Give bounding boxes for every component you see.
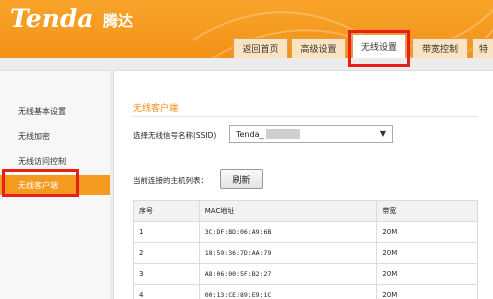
- cell-bandwidth: 20M: [376, 221, 478, 243]
- header-index: 序号: [133, 200, 200, 222]
- cell-bandwidth: 20M: [376, 242, 478, 264]
- sidebar-item-encryption[interactable]: 无线加密: [0, 126, 110, 146]
- table-row: 3 A8:06:00:5F:B2:27 20M: [133, 263, 478, 285]
- refresh-button[interactable]: 刷新: [220, 169, 263, 189]
- cell-index: 1: [133, 221, 200, 243]
- table-row: 1 3C:DF:BD:06:A9:6B 20M: [133, 221, 478, 243]
- client-table: 序号 MAC地址 带宽 1 3C:DF:BD:06:A9:6B 20M 2 18…: [133, 200, 478, 299]
- title-divider: [133, 116, 478, 117]
- sidebar-item-access-control[interactable]: 无线访问控制: [0, 151, 110, 171]
- cell-index: 3: [133, 263, 200, 285]
- page-title: 无线客户端: [133, 104, 179, 114]
- tenda-logo-cn: 腾达: [103, 12, 134, 30]
- ssid-label: 选择无线信号名称(SSID): [133, 131, 217, 140]
- cell-bandwidth: 20M: [376, 263, 478, 285]
- blurred-ssid-suffix: [265, 129, 300, 139]
- highlight-clients-item: [2, 169, 79, 197]
- tenda-logo: Tenda: [10, 4, 94, 33]
- tab-advanced[interactable]: 高级设置: [291, 38, 346, 58]
- tab-bandwidth[interactable]: 带宽控制: [412, 38, 468, 58]
- tab-home[interactable]: 返回首页: [233, 38, 288, 58]
- host-list-label: 当前连接的主机列表：: [133, 176, 208, 185]
- ssid-select[interactable]: Tenda_ ▼: [229, 125, 393, 143]
- cell-index: 2: [133, 242, 200, 264]
- cell-mac: 18:59:36:7D:AA:79: [198, 242, 378, 264]
- header-mac: MAC地址: [198, 200, 378, 222]
- cell-mac: A8:06:00:5F:B2:27: [198, 263, 378, 285]
- table-header-row: 序号 MAC地址 带宽: [133, 200, 478, 222]
- ssid-value: Tenda_: [236, 129, 264, 139]
- cell-bandwidth: 20M: [376, 284, 478, 299]
- dropdown-arrow-icon: ▼: [379, 129, 386, 138]
- tab-special[interactable]: 特: [472, 38, 493, 58]
- table-row: 4 00:13:CE:89:E9:1C 20M: [133, 284, 478, 299]
- header-bandwidth: 带宽: [376, 200, 478, 222]
- header-bar: Tenda 腾达 返回首页 高级设置 无线设置 带宽控制 特: [0, 0, 493, 58]
- cell-mac: 3C:DF:BD:06:A9:6B: [198, 221, 378, 243]
- highlight-wireless-tab: [348, 30, 410, 67]
- cell-index: 4: [133, 284, 200, 299]
- sidebar-item-basic[interactable]: 无线基本设置: [0, 101, 110, 121]
- main-content: 无线客户端 选择无线信号名称(SSID) Tenda_ ▼ 当前连接的主机列表：…: [113, 70, 493, 299]
- cell-mac: 00:13:CE:89:E9:1C: [198, 284, 378, 299]
- table-row: 2 18:59:36:7D:AA:79 20M: [133, 242, 478, 264]
